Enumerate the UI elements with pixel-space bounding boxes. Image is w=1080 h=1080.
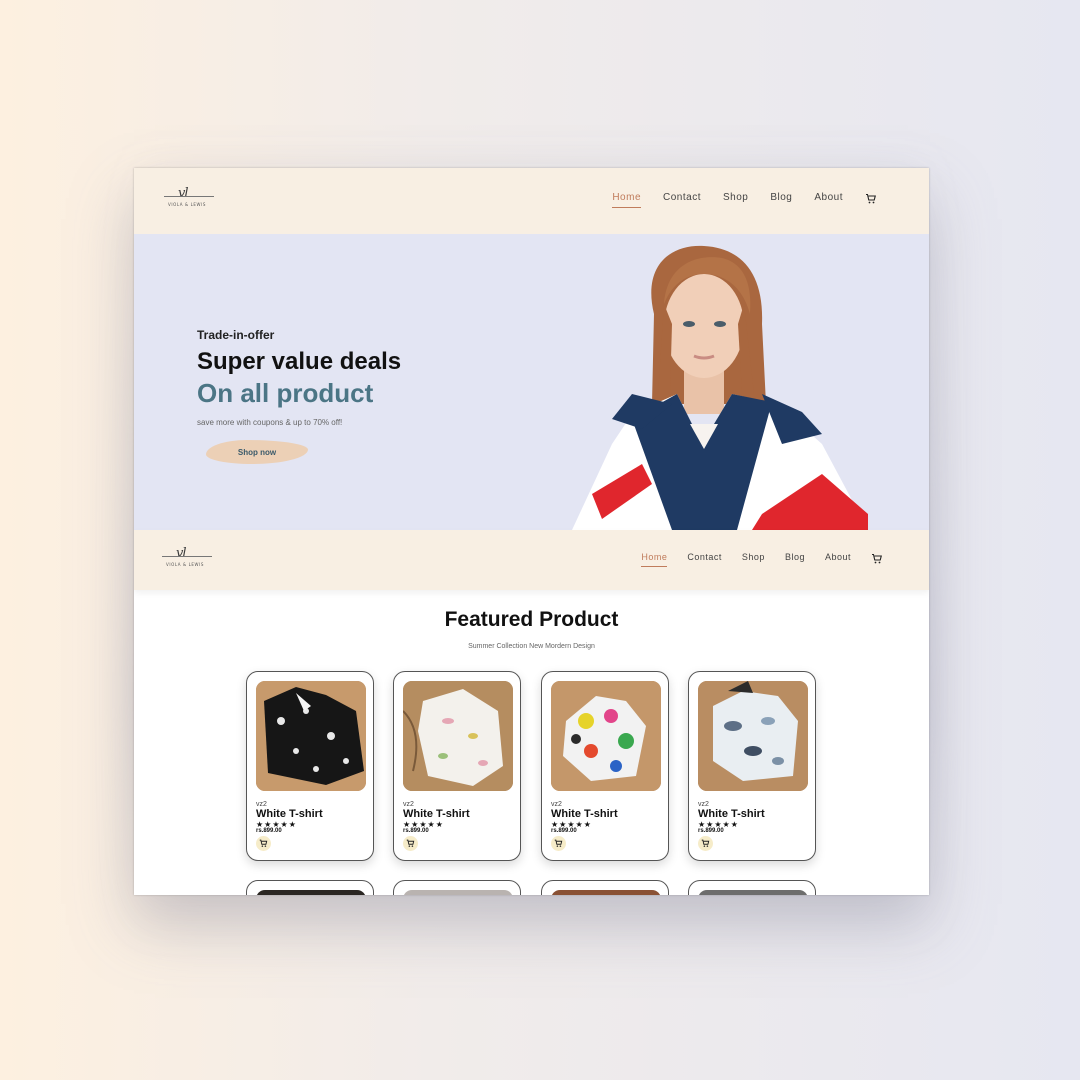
nav-link-home[interactable]: Home	[641, 552, 668, 567]
product-card[interactable]	[246, 880, 374, 895]
logo-monogram: vl	[178, 186, 188, 201]
hero-kicker: Trade-in-offer	[197, 328, 275, 342]
nav-link-contact[interactable]: Contact	[663, 192, 701, 206]
website-mockup: vl VIOLA & LEWIS Home Contact Shop Blog …	[134, 168, 929, 895]
logo-wordmark: VIOLA & LEWIS	[166, 562, 205, 567]
logo-line	[164, 196, 214, 197]
product-image	[403, 890, 513, 895]
sticky-navbar: vl VIOLA & LEWIS Home Contact Shop Blog …	[134, 530, 929, 590]
product-price: rs.899.00	[551, 828, 577, 834]
product-brand: vz2	[403, 801, 414, 808]
product-image	[551, 890, 661, 895]
product-name: White T-shirt	[403, 808, 470, 820]
product-name: White T-shirt	[256, 808, 323, 820]
nav-link-contact[interactable]: Contact	[687, 552, 722, 565]
product-brand: vz2	[256, 801, 267, 808]
cart-icon	[701, 839, 710, 847]
cart-icon[interactable]	[871, 553, 883, 565]
logo-wordmark: VIOLA & LEWIS	[168, 202, 207, 207]
product-price: rs.899.00	[403, 828, 429, 834]
hero-heading-accent: On all product	[197, 378, 374, 408]
product-image	[551, 681, 661, 791]
product-price: rs.899.00	[698, 828, 724, 834]
product-name: White T-shirt	[551, 808, 618, 820]
cart-icon	[554, 839, 563, 847]
product-card[interactable]: vz2 White T-shirt ★★★★★ rs.899.00	[393, 671, 521, 861]
logo-line	[162, 556, 212, 557]
nav-link-blog[interactable]: Blog	[770, 192, 792, 206]
hero-description: save more with coupons & up to 70% off!	[197, 418, 343, 427]
product-image	[698, 890, 808, 895]
product-brand: vz2	[698, 801, 709, 808]
nav-menu: Home Contact Shop Blog About	[612, 192, 877, 208]
brand-logo-secondary[interactable]: vl VIOLA & LEWIS	[162, 546, 222, 574]
nav-link-shop[interactable]: Shop	[723, 192, 748, 206]
cart-icon	[406, 839, 415, 847]
product-card[interactable]	[393, 880, 521, 895]
add-to-cart-button[interactable]	[256, 836, 271, 851]
product-card[interactable]: vz2 White T-shirt ★★★★★ rs.899.00	[541, 671, 669, 861]
product-image	[698, 681, 808, 791]
hero-model-image	[572, 245, 868, 530]
nav-link-shop[interactable]: Shop	[742, 552, 765, 565]
top-navbar: vl VIOLA & LEWIS Home Contact Shop Blog …	[134, 168, 929, 235]
product-card[interactable]: vz2 White T-shirt ★★★★★ rs.899.00	[688, 671, 816, 861]
logo-monogram: vl	[176, 546, 186, 561]
featured-subtitle: Summer Collection New Mordern Design	[468, 643, 595, 650]
cart-icon[interactable]	[865, 193, 877, 205]
cart-icon	[259, 839, 268, 847]
product-card[interactable]	[688, 880, 816, 895]
product-card[interactable]: vz2 White T-shirt ★★★★★ rs.899.00	[246, 671, 374, 861]
brand-logo[interactable]: vl VIOLA & LEWIS	[164, 186, 224, 214]
product-name: White T-shirt	[698, 808, 765, 820]
add-to-cart-button[interactable]	[551, 836, 566, 851]
product-price: rs.899.00	[256, 828, 282, 834]
featured-title: Featured Product	[444, 608, 619, 631]
add-to-cart-button[interactable]	[403, 836, 418, 851]
hero-banner: Trade-in-offer Super value deals On all …	[134, 234, 929, 532]
product-brand: vz2	[551, 801, 562, 808]
nav-link-about[interactable]: About	[814, 192, 843, 206]
nav-link-about[interactable]: About	[825, 552, 851, 565]
hero-heading: Super value deals	[197, 348, 402, 375]
product-image	[256, 681, 366, 791]
nav-link-home[interactable]: Home	[612, 192, 641, 208]
add-to-cart-button[interactable]	[698, 836, 713, 851]
product-image	[256, 890, 366, 895]
shop-now-button[interactable]: Shop now	[206, 440, 308, 464]
product-image	[403, 681, 513, 791]
nav-link-blog[interactable]: Blog	[785, 552, 805, 565]
nav-menu-secondary: Home Contact Shop Blog About	[641, 552, 883, 567]
product-card[interactable]	[541, 880, 669, 895]
